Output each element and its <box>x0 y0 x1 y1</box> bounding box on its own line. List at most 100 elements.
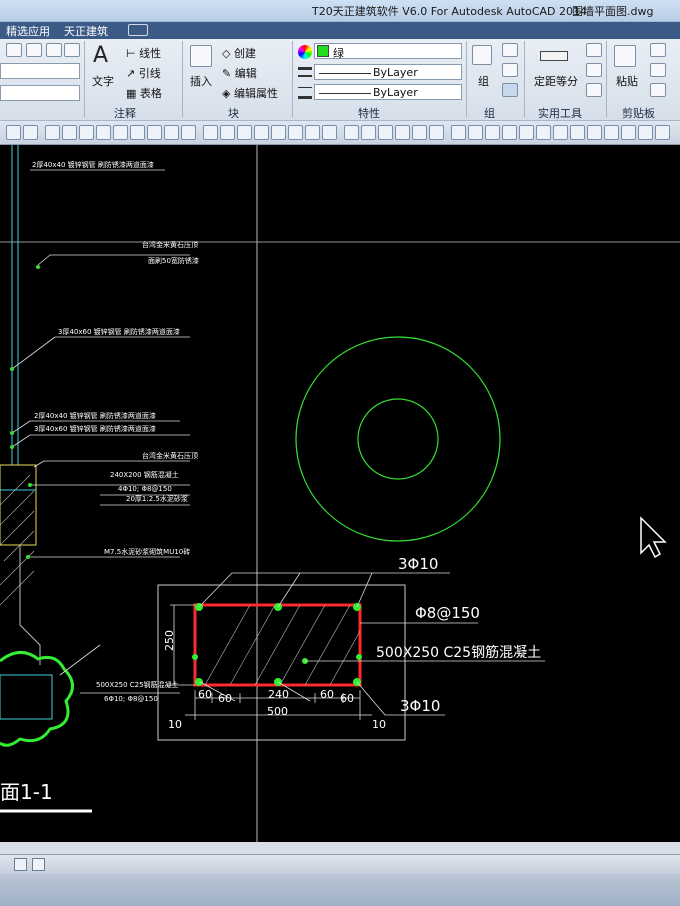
inner-circle <box>357 398 439 480</box>
linear-dim-button[interactable]: ⊢ 线性 <box>126 45 161 61</box>
height-dim-label: 250 <box>163 630 176 651</box>
move-icon[interactable] <box>570 125 585 140</box>
lineweight-dropdown[interactable]: ByLayer <box>314 84 462 100</box>
move-icon[interactable] <box>79 125 94 140</box>
layer-lock-icon[interactable] <box>64 43 80 57</box>
walk-icon[interactable] <box>536 125 551 140</box>
table-tool-icon[interactable] <box>604 125 619 140</box>
note-10: M7.5水泥砂浆砌筑MU10砖 <box>104 547 190 556</box>
zoom-icon[interactable] <box>519 125 534 140</box>
table-label: 表格 <box>139 87 162 100</box>
insert-button[interactable]: 插入 <box>190 73 212 89</box>
layer-dropdown[interactable] <box>0 63 80 79</box>
align-icon[interactable] <box>62 125 77 140</box>
layer-freeze-icon[interactable] <box>46 43 62 57</box>
edit-attr-button[interactable]: ◈ 编辑属性 <box>222 85 278 101</box>
ungroup-icon[interactable] <box>502 43 518 57</box>
separator <box>606 41 607 117</box>
measure-ruler-icon[interactable] <box>540 51 568 61</box>
create-block-button[interactable]: ◇ 创建 <box>222 45 256 61</box>
camera-icon[interactable] <box>237 125 252 140</box>
edit-block-button[interactable]: ✎ 编辑 <box>222 65 257 81</box>
paste-button[interactable]: 粘贴 <box>616 73 638 89</box>
edit-icon[interactable] <box>322 125 337 140</box>
table-button[interactable]: ▦ 表格 <box>126 85 162 101</box>
line-weight-icon[interactable] <box>378 125 393 140</box>
app-title: T20天正建筑软件 V6.0 For Autodesk AutoCAD 2014 <box>312 5 588 18</box>
layer-state-icon[interactable] <box>26 43 42 57</box>
section-icon[interactable] <box>203 125 218 140</box>
select-all-icon[interactable] <box>586 63 602 77</box>
layout-icon[interactable] <box>305 125 320 140</box>
elevation-icon[interactable] <box>181 125 196 140</box>
text-a-icon[interactable]: A <box>93 43 108 68</box>
dimension-icon[interactable] <box>164 125 179 140</box>
match-icon[interactable] <box>650 83 666 97</box>
group-group-label: 组 <box>484 107 495 120</box>
insert-block-icon[interactable] <box>190 45 212 67</box>
quick-select-icon[interactable] <box>586 43 602 57</box>
zoom-icon[interactable] <box>23 125 38 140</box>
tab-featured-apps[interactable]: 精选应用 <box>6 23 50 39</box>
render-2-icon[interactable] <box>361 125 376 140</box>
layer-icon[interactable] <box>6 43 22 57</box>
table-tool-icon[interactable] <box>113 125 128 140</box>
text-style-icon[interactable] <box>587 125 602 140</box>
light-icon[interactable] <box>412 125 427 140</box>
layer-manager-icon[interactable] <box>6 125 21 140</box>
canvas-scroll-bar[interactable] <box>0 842 680 854</box>
drawing-canvas[interactable]: 2厚40x40 镀锌钢管 刷防锈漆两道面漆 台湾金米黄石压顶 面刷50宽防锈漆 … <box>0 145 680 842</box>
separator <box>292 41 293 117</box>
cut-icon[interactable] <box>650 43 666 57</box>
palette-icon[interactable] <box>429 125 444 140</box>
sun-icon[interactable] <box>468 125 483 140</box>
grid-icon[interactable] <box>288 125 303 140</box>
bulb-icon[interactable] <box>395 125 410 140</box>
align-icon[interactable] <box>553 125 568 140</box>
walk-icon[interactable] <box>45 125 60 140</box>
note-11: 500X250 C25钢筋混凝土 <box>96 680 179 689</box>
id-point-icon[interactable] <box>586 83 602 97</box>
dimension-icon[interactable] <box>655 125 670 140</box>
house-icon[interactable] <box>220 125 235 140</box>
leader-button[interactable]: ↗ 引线 <box>126 65 161 81</box>
measure-button[interactable]: 定距等分 <box>534 73 578 89</box>
linear-label: 线性 <box>139 47 162 60</box>
brush-icon[interactable] <box>344 125 359 140</box>
lineweight-value: ByLayer <box>373 86 418 99</box>
copy-icon[interactable] <box>650 63 666 77</box>
symbol-icon[interactable] <box>147 125 162 140</box>
clipboard-group-label: 剪贴板 <box>622 107 655 120</box>
hatch-icon[interactable] <box>451 125 466 140</box>
star-icon[interactable] <box>485 125 500 140</box>
linetype-dropdown[interactable]: ByLayer <box>314 64 462 80</box>
title-bar: T20天正建筑软件 V6.0 For Autodesk AutoCAD 2014… <box>0 0 680 22</box>
group-edit-icon[interactable] <box>502 63 518 77</box>
group-button[interactable]: 组 <box>478 73 489 89</box>
annotation-icon[interactable] <box>621 125 636 140</box>
text-button[interactable]: 文字 <box>92 73 114 89</box>
text-style-icon[interactable] <box>96 125 111 140</box>
color-wheel-icon[interactable] <box>298 45 312 59</box>
model-tab-icon[interactable] <box>14 858 27 871</box>
edit-attr-label: 编辑属性 <box>233 87 278 100</box>
leader-label: 引线 <box>138 67 161 80</box>
layout-tab-icon[interactable] <box>32 858 45 871</box>
symbol-icon[interactable] <box>638 125 653 140</box>
view-icon[interactable] <box>254 125 269 140</box>
group-select-icon[interactable] <box>502 83 518 97</box>
layer-dropdown-2[interactable] <box>0 85 80 101</box>
color-dropdown[interactable]: 绿 <box>314 43 462 60</box>
note-6: 台湾金米黄石压顶 <box>142 451 198 460</box>
render-icon[interactable] <box>271 125 286 140</box>
tab-tangent-architecture[interactable]: 天正建筑 <box>64 23 108 39</box>
tangent-toolbar <box>0 121 680 145</box>
annotation-icon[interactable] <box>130 125 145 140</box>
group-icon[interactable] <box>472 45 492 65</box>
paste-icon[interactable] <box>614 45 636 67</box>
ribbon-toggle-icon[interactable] <box>128 24 148 36</box>
dim-label-3: 60 <box>320 688 334 701</box>
layer-manager-icon[interactable] <box>502 125 517 140</box>
ribbon-tab-bar: 精选应用 天正建筑 <box>0 22 680 39</box>
lineweight-sample <box>319 93 371 94</box>
